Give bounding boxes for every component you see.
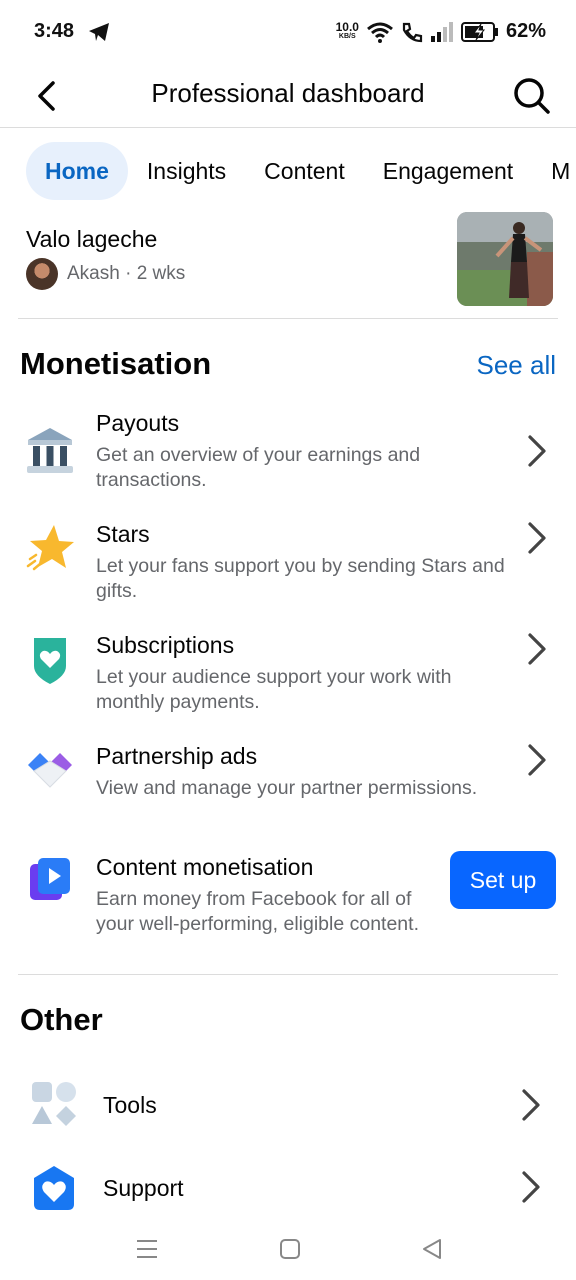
item-title: Partnership ads (96, 743, 258, 769)
monetisation-item-partnership-ads[interactable]: Partnership ads View and manage your par… (0, 733, 576, 837)
square-icon (280, 1239, 300, 1259)
tab-home[interactable]: Home (26, 142, 128, 200)
item-title: Subscriptions (96, 632, 235, 658)
other-item-support[interactable]: Support (0, 1146, 576, 1226)
chevron-right-icon (528, 522, 546, 554)
chevron-right-icon (528, 435, 546, 467)
divider (18, 974, 558, 975)
support-icon (34, 1166, 74, 1210)
search-button[interactable] (510, 74, 554, 118)
status-icons: 10.0 KB/S 62% (336, 20, 546, 43)
page-title: Professional dashboard (151, 78, 425, 108)
item-title: Content monetisation (96, 854, 314, 880)
status-time: 3:48 (34, 20, 75, 42)
telegram-icon (89, 23, 109, 41)
item-description: Earn money from Facebook for all of your… (96, 888, 419, 935)
tools-label: Tools (103, 1092, 157, 1118)
item-title: Payouts (96, 410, 180, 436)
post-author-age: Akash · 2 wks (67, 263, 186, 284)
tab-insights[interactable]: Insights (128, 142, 245, 200)
item-description: Let your fans support you by sending Sta… (96, 555, 505, 602)
video-play-icon (30, 858, 70, 900)
status-bar: 3:48 10.0 KB/S 62% (0, 0, 576, 64)
wifi-call-icon (402, 22, 423, 42)
recent-post-card[interactable]: Valo lageche Akash · 2 wks (0, 210, 576, 318)
monetisation-item-stars[interactable]: Stars Let your fans support you by sendi… (0, 511, 576, 615)
recent-apps-button[interactable] (132, 1234, 162, 1264)
monetisation-item-content-monetisation[interactable]: Content monetisation Earn money from Fac… (0, 844, 576, 968)
back-nav-button[interactable] (417, 1234, 447, 1264)
avatar (26, 258, 58, 290)
post-meta: Akash · 2 wks (26, 258, 185, 290)
chevron-right-icon (522, 1171, 540, 1203)
see-all-link[interactable]: See all (477, 350, 557, 381)
section-title-other: Other (20, 1002, 103, 1037)
tab-bar: Home Insights Content Engagement M (0, 142, 576, 200)
top-app-bar: Professional dashboard (0, 64, 576, 128)
other-item-tools[interactable]: Tools (0, 1064, 576, 1144)
signal-icon (430, 21, 453, 42)
post-thumbnail (457, 212, 553, 306)
tab-more[interactable]: M (532, 142, 576, 200)
wifi-icon (367, 22, 393, 43)
tools-icon (32, 1082, 76, 1126)
monetisation-item-subscriptions[interactable]: Subscriptions Let your audience support … (0, 622, 576, 726)
star-icon (26, 525, 74, 571)
item-description: Let your audience support your work with… (96, 666, 452, 713)
bank-icon (27, 428, 73, 473)
section-title-monetisation: Monetisation (20, 346, 212, 381)
item-description: Get an overview of your earnings and tra… (96, 444, 421, 491)
search-icon (514, 78, 550, 114)
menu-lines-icon (137, 1240, 157, 1258)
monetisation-item-payouts[interactable]: Payouts Get an overview of your earnings… (0, 400, 576, 504)
heart-shield-icon (34, 638, 66, 684)
post-title: Valo lageche (26, 226, 158, 252)
battery-percentage: 62% (505, 20, 546, 42)
handshake-icon (28, 753, 72, 788)
battery-icon (460, 21, 498, 42)
triangle-back-icon (423, 1239, 441, 1259)
chevron-right-icon (522, 1089, 540, 1121)
network-speed: 10.0 KB/S (335, 19, 359, 40)
chevron-right-icon (528, 744, 546, 776)
item-description: View and manage your partner permissions… (96, 777, 478, 799)
tab-content[interactable]: Content (245, 142, 364, 200)
system-navigation-bar (0, 1220, 576, 1280)
chevron-right-icon (528, 633, 546, 665)
home-button[interactable] (275, 1234, 305, 1264)
divider (18, 318, 558, 319)
item-title: Stars (96, 521, 150, 547)
support-label: Support (103, 1175, 184, 1201)
setup-button[interactable]: Set up (450, 851, 556, 909)
tab-engagement[interactable]: Engagement (364, 142, 532, 200)
